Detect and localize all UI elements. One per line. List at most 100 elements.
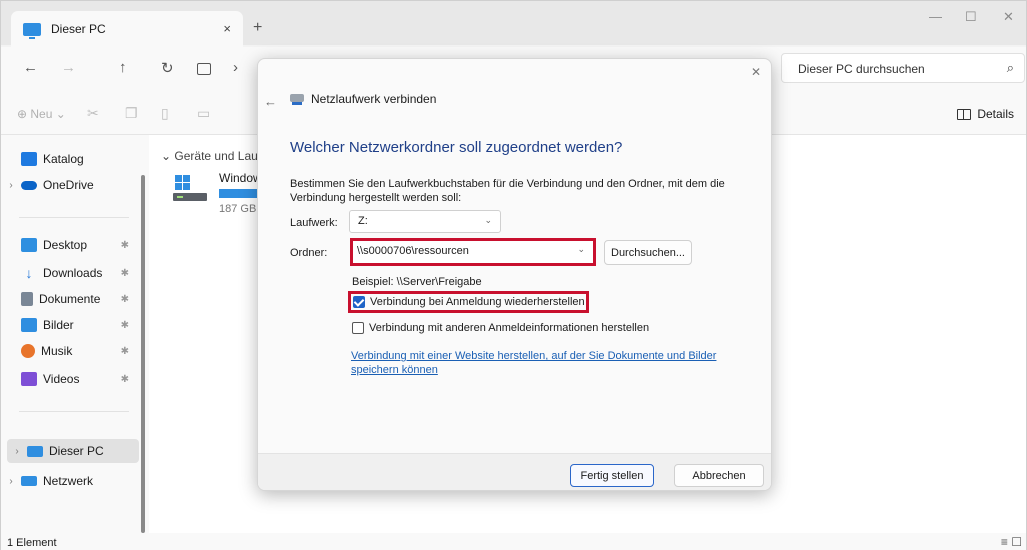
expand-chevron-icon[interactable]: › [1, 476, 21, 487]
status-bar: 1 Element ≡ ☐ [1, 533, 1026, 550]
divider [19, 411, 129, 412]
paste-icon[interactable]: ▯ [161, 105, 169, 122]
dialog-close-icon[interactable]: ✕ [751, 65, 761, 79]
checkbox-checked-icon[interactable] [353, 296, 365, 308]
expand-chevron-icon[interactable]: › [7, 446, 27, 457]
drive-letter-label: Laufwerk: [290, 217, 338, 229]
group-header-devices[interactable]: ⌄ Geräte und Laufw [161, 149, 270, 163]
music-icon [21, 344, 35, 358]
finish-button[interactable]: Fertig stellen [570, 464, 654, 487]
website-connect-link[interactable]: Verbindung mit einer Website herstellen,… [351, 349, 741, 377]
this-pc-icon [23, 22, 41, 39]
drive-letter-dropdown[interactable]: Z: ⌄ [349, 210, 501, 233]
onedrive-icon [21, 180, 37, 190]
pin-icon: ✱ [120, 373, 129, 385]
search-input[interactable]: Dieser PC durchsuchen ⌕ [781, 53, 1025, 83]
cut-icon[interactable]: ✂ [87, 105, 99, 122]
chevron-down-icon[interactable]: ⌄ [577, 244, 585, 255]
expand-chevron-icon[interactable]: › [1, 180, 21, 191]
folder-path-value: \\s0000706\ressourcen [357, 245, 469, 257]
folder-combobox[interactable]: \\s0000706\ressourcen ⌄ [350, 238, 596, 266]
breadcrumb-chevron-icon[interactable]: › [233, 59, 238, 76]
tab-title: Dieser PC [51, 22, 106, 36]
network-drive-icon [290, 93, 305, 105]
tab-bar: Dieser PC × + — ☐ ✕ [1, 1, 1026, 47]
navigation-pane: Katalog › OneDrive Desktop ✱ ↓ Downloads… [1, 135, 149, 533]
sidebar-item-musik[interactable]: Musik ✱ [1, 339, 141, 363]
sidebar-item-desktop[interactable]: Desktop ✱ [1, 233, 141, 257]
other-credentials-checkbox[interactable]: Verbindung mit anderen Anmeldeinformatio… [352, 322, 649, 334]
sidebar-scrollbar[interactable] [141, 175, 145, 533]
folder-label: Ordner: [290, 247, 328, 259]
drive-letter-value: Z: [358, 215, 368, 227]
back-button[interactable]: ← [23, 59, 38, 76]
reconnect-at-signin-checkbox[interactable]: Verbindung bei Anmeldung wiederherstelle… [348, 291, 589, 313]
pin-icon: ✱ [120, 345, 129, 357]
sidebar-item-videos[interactable]: Videos ✱ [1, 367, 141, 391]
pictures-icon [21, 318, 37, 332]
example-hint: Beispiel: \\Server\Freigabe [352, 276, 482, 288]
videos-icon [21, 372, 37, 386]
status-item-count: 1 Element [7, 537, 57, 549]
windows-drive-icon[interactable] [171, 173, 211, 205]
dialog-footer: Fertig stellen Abbrechen [258, 453, 771, 490]
refresh-button[interactable]: ↻ [161, 59, 174, 77]
search-icon: ⌕ [1006, 60, 1014, 75]
copy-icon[interactable]: ❐ [125, 105, 138, 122]
sidebar-item-label: Netzwerk [43, 474, 94, 488]
checkbox-unchecked-icon[interactable] [352, 322, 364, 334]
search-placeholder: Dieser PC durchsuchen [798, 62, 925, 76]
tab-this-pc[interactable]: Dieser PC × [11, 11, 243, 47]
sidebar-item-bilder[interactable]: Bilder ✱ [1, 313, 141, 337]
pin-icon: ✱ [120, 293, 129, 305]
dialog-description: Bestimmen Sie den Laufwerkbuchstaben für… [290, 178, 725, 204]
sidebar-item-downloads[interactable]: ↓ Downloads ✱ [1, 261, 141, 285]
monitor-icon [197, 63, 211, 75]
documents-icon [21, 292, 33, 306]
dialog-title: Netzlaufwerk verbinden [311, 92, 437, 106]
sidebar-item-label: Katalog [43, 152, 84, 166]
close-window-button[interactable]: ✕ [1003, 9, 1014, 25]
details-label: Details [977, 107, 1014, 121]
sidebar-item-label: Dieser PC [49, 444, 104, 458]
details-pane-icon [957, 108, 972, 120]
browse-button[interactable]: Durchsuchen... [604, 240, 692, 265]
drive-name[interactable]: Window [219, 171, 262, 185]
cancel-button[interactable]: Abbrechen [674, 464, 764, 487]
new-button[interactable]: ⊕ Neu ⌄ [17, 107, 66, 121]
minimize-button[interactable]: — [929, 9, 942, 24]
desktop-icon [21, 238, 37, 252]
new-tab-button[interactable]: + [253, 19, 262, 37]
sidebar-item-dieser-pc[interactable]: › Dieser PC [7, 439, 139, 463]
reconnect-label: Verbindung bei Anmeldung wiederherstelle… [370, 296, 585, 308]
sidebar-item-katalog[interactable]: Katalog [1, 147, 141, 171]
details-button[interactable]: Details [957, 107, 1014, 121]
sidebar-item-dokumente[interactable]: Dokumente ✱ [1, 287, 141, 311]
maximize-button[interactable]: ☐ [965, 9, 977, 25]
sidebar-item-label: Downloads [43, 266, 103, 280]
drive-size: 187 GB [219, 203, 257, 215]
dialog-title-row: Netzlaufwerk verbinden [290, 92, 436, 106]
sidebar-item-label: Bilder [43, 318, 74, 332]
dialog-back-icon[interactable]: ← [264, 94, 277, 109]
pin-icon: ✱ [120, 239, 129, 251]
group-header-label: Geräte und Laufw [174, 149, 270, 163]
forward-button[interactable]: → [61, 59, 76, 76]
sidebar-item-onedrive[interactable]: › OneDrive [1, 173, 141, 197]
chevron-down-icon: ⌄ [484, 215, 492, 225]
new-button-label: Neu [30, 107, 53, 121]
sidebar-item-label: Musik [41, 344, 73, 358]
up-button[interactable]: ↑ [119, 59, 127, 76]
dialog-heading: Welcher Netzwerkordner soll zugeordnet w… [290, 139, 623, 156]
rename-icon[interactable]: ▭ [197, 105, 210, 122]
sidebar-item-label: Dokumente [39, 292, 101, 306]
map-network-drive-dialog: ✕ ← Netzlaufwerk verbinden Welcher Netzw… [257, 58, 772, 491]
downloads-icon: ↓ [25, 265, 33, 281]
tab-close-icon[interactable]: × [223, 21, 231, 36]
view-toggle-icons[interactable]: ≡ ☐ [1001, 535, 1022, 549]
pin-icon: ✱ [120, 267, 129, 279]
network-icon [21, 476, 37, 486]
sidebar-item-netzwerk[interactable]: › Netzwerk [1, 469, 141, 493]
other-credentials-label: Verbindung mit anderen Anmeldeinformatio… [369, 322, 650, 334]
pin-icon: ✱ [120, 319, 129, 331]
